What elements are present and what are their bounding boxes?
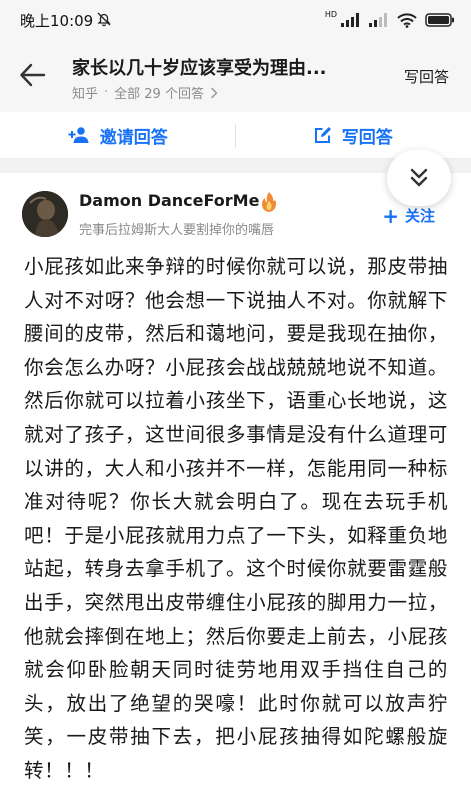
write-answer-link[interactable]: 写回答 <box>404 66 449 87</box>
answers-count-link[interactable]: 全部 29 个回答 <box>114 83 204 102</box>
edit-icon <box>314 127 331 143</box>
battery-icon <box>425 13 454 27</box>
author-name[interactable]: Damon DanceForMe <box>79 191 259 210</box>
do-not-disturb-icon <box>97 12 111 27</box>
invite-answer-label: 邀请回答 <box>99 127 168 148</box>
question-meta: 知乎 · 全部 29 个回答 <box>72 83 218 102</box>
answer-text: 小屁孩如此来争辩的时候你就可以说，那皮带抽人对不对呀？他会想一下说抽人不对。你就… <box>24 255 448 782</box>
add-person-icon <box>68 127 89 143</box>
signal-type-label: HD <box>324 10 337 19</box>
wifi-icon <box>397 12 417 28</box>
status-indicators: HD <box>325 10 455 30</box>
answer-content: 小屁孩如此来争辩的时候你就可以说，那皮带抽人对不对呀？他会想一下说抽人不对。你就… <box>24 250 448 800</box>
write-answer-button[interactable]: 写回答 <box>236 112 471 158</box>
cellular-signal-icon-2 <box>369 13 387 27</box>
author-bio: 完事后拉姆斯大人要割掉你的嘴唇 <box>79 223 275 238</box>
status-bar: 晚上10:09 HD <box>0 0 471 40</box>
follow-label: 关注 <box>404 207 435 225</box>
invite-answer-button[interactable]: 邀请回答 <box>0 112 236 158</box>
back-arrow-icon[interactable] <box>18 60 48 90</box>
double-chevron-down-icon <box>410 168 428 187</box>
write-answer-label: 写回答 <box>341 127 393 148</box>
avatar-image <box>22 191 68 237</box>
plus-icon: + <box>382 203 399 228</box>
collapse-button[interactable] <box>387 150 451 206</box>
question-title[interactable]: 家长以几十岁应该享受为理由... <box>72 54 362 80</box>
fire-emoji-icon <box>262 192 276 212</box>
source-label: 知乎 <box>72 87 99 102</box>
avatar[interactable] <box>22 191 68 237</box>
status-time: 晚上10:09 <box>20 12 94 30</box>
question-header: 家长以几十岁应该享受为理由... 知乎 · 全部 29 个回答 写回答 <box>0 40 471 112</box>
meta-separator: · <box>104 85 109 100</box>
follow-button[interactable]: + 关注 <box>382 205 435 226</box>
cellular-signal-icon <box>341 13 359 27</box>
zhihu-answer-page: 晚上10:09 HD 家长以几十岁应该享受为理由... 知乎 · 全部 29 个… <box>0 0 471 800</box>
answer-action-bar: 邀请回答 写回答 <box>0 112 471 159</box>
chevron-right-icon <box>210 86 218 99</box>
